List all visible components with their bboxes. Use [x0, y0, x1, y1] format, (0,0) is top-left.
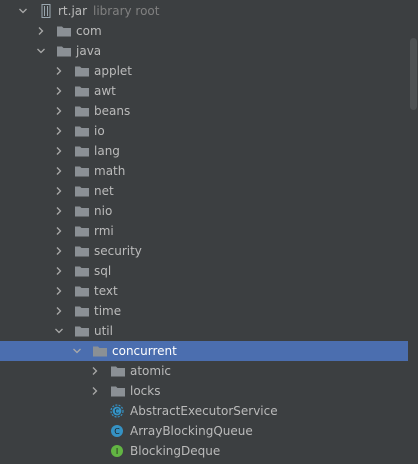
folder-icon	[74, 244, 90, 258]
tree-row-text[interactable]: text	[0, 281, 408, 301]
tree-node-label: sql	[94, 264, 112, 278]
chevron-right-icon[interactable]	[52, 101, 66, 121]
scroll-thumb[interactable]	[410, 38, 417, 110]
folder-icon	[110, 384, 126, 398]
tree-node-label: awt	[94, 84, 116, 98]
tree-row-beans[interactable]: beans	[0, 101, 408, 121]
folder-icon	[56, 24, 72, 38]
tree-row-sql[interactable]: sql	[0, 261, 408, 281]
jar-icon	[38, 4, 54, 18]
tree-row-arrayblockingqueue[interactable]: C ArrayBlockingQueue	[0, 421, 408, 441]
folder-icon	[74, 324, 90, 338]
tree-row-atomic[interactable]: atomic	[0, 361, 408, 381]
svg-text:C: C	[115, 408, 120, 416]
tree-row-awt[interactable]: awt	[0, 81, 408, 101]
tree-row-rt-jar[interactable]: rt.jar library root	[0, 1, 408, 21]
folder-icon	[74, 184, 90, 198]
chevron-right-icon[interactable]	[52, 161, 66, 181]
tree-row-net[interactable]: net	[0, 181, 408, 201]
tree-node-label: lang	[94, 144, 120, 158]
tree-node-label: java	[76, 44, 102, 58]
tree-row-math[interactable]: math	[0, 161, 408, 181]
chevron-right-icon[interactable]	[52, 81, 66, 101]
tree-row-lang[interactable]: lang	[0, 141, 408, 161]
folder-icon	[74, 144, 90, 158]
folder-icon	[74, 304, 90, 318]
tree-node-label: applet	[94, 64, 133, 78]
chevron-right-icon[interactable]	[52, 221, 66, 241]
chevron-right-icon[interactable]	[88, 361, 102, 381]
abstract-class-icon: C	[110, 404, 126, 418]
tree-node-label: atomic	[130, 364, 172, 378]
tree-node-label: BlockingDeque	[130, 444, 221, 458]
folder-icon	[74, 284, 90, 298]
tree-node-label: concurrent	[112, 344, 177, 358]
class-icon: C	[110, 424, 126, 438]
tree-node-label: nio	[94, 204, 113, 218]
tree-node-label: com	[76, 24, 102, 38]
tree-row-applet[interactable]: applet	[0, 61, 408, 81]
tree-node-label: math	[94, 164, 126, 178]
svg-text:C: C	[114, 427, 120, 436]
tree-node-label: security	[94, 244, 142, 258]
tree-row-blockingdeque[interactable]: I BlockingDeque	[0, 441, 408, 461]
tree-node-label: time	[94, 304, 122, 318]
tree-node-label: ArrayBlockingQueue	[130, 424, 253, 438]
folder-icon	[74, 164, 90, 178]
chevron-right-icon[interactable]	[52, 301, 66, 321]
chevron-down-icon[interactable]	[16, 1, 30, 21]
vertical-scrollbar[interactable]	[408, 0, 418, 453]
tree-node-label: rt.jar	[58, 4, 88, 18]
folder-icon	[74, 204, 90, 218]
tree-row-nio[interactable]: nio	[0, 201, 408, 221]
tree-row-io[interactable]: io	[0, 121, 408, 141]
folder-icon	[92, 344, 108, 358]
tree-node-suffix: library root	[93, 4, 160, 18]
project-tree: rt.jar library root com java applet awt beans i…	[0, 1, 408, 461]
chevron-right-icon[interactable]	[52, 281, 66, 301]
interface-icon: I	[110, 444, 126, 458]
tree-row-abstractexecutorservice[interactable]: C AbstractExecutorService	[0, 401, 408, 421]
tree-node-label: io	[94, 124, 105, 138]
chevron-down-icon[interactable]	[52, 321, 66, 341]
folder-icon	[74, 124, 90, 138]
tree-row-rmi[interactable]: rmi	[0, 221, 408, 241]
tree-row-util[interactable]: util	[0, 321, 408, 341]
tree-node-label: beans	[94, 104, 131, 118]
tree-node-label: net	[94, 184, 114, 198]
tree-node-label: AbstractExecutorService	[130, 404, 278, 418]
chevron-right-icon[interactable]	[52, 141, 66, 161]
tree-row-locks[interactable]: locks	[0, 381, 408, 401]
tree-node-label: rmi	[94, 224, 114, 238]
folder-icon	[74, 264, 90, 278]
folder-icon	[74, 224, 90, 238]
tree-row-time[interactable]: time	[0, 301, 408, 321]
folder-icon	[74, 64, 90, 78]
chevron-right-icon[interactable]	[52, 201, 66, 221]
tree-node-label: locks	[130, 384, 161, 398]
tree-row-security[interactable]: security	[0, 241, 408, 261]
tree-row-com[interactable]: com	[0, 21, 408, 41]
chevron-down-icon[interactable]	[70, 341, 84, 361]
chevron-right-icon[interactable]	[52, 241, 66, 261]
chevron-right-icon[interactable]	[52, 121, 66, 141]
folder-icon	[74, 104, 90, 118]
tree-row-java[interactable]: java	[0, 41, 408, 61]
tree-row-concurrent[interactable]: concurrent	[0, 341, 408, 361]
tree-node-label: text	[94, 284, 118, 298]
chevron-right-icon[interactable]	[34, 21, 48, 41]
chevron-right-icon[interactable]	[52, 61, 66, 81]
folder-icon	[56, 44, 72, 58]
tree-node-label: util	[94, 324, 113, 338]
chevron-right-icon[interactable]	[52, 181, 66, 201]
svg-text:I: I	[116, 447, 118, 456]
folder-icon	[110, 364, 126, 378]
chevron-right-icon[interactable]	[88, 381, 102, 401]
folder-icon	[74, 84, 90, 98]
chevron-right-icon[interactable]	[52, 261, 66, 281]
chevron-down-icon[interactable]	[34, 41, 48, 61]
